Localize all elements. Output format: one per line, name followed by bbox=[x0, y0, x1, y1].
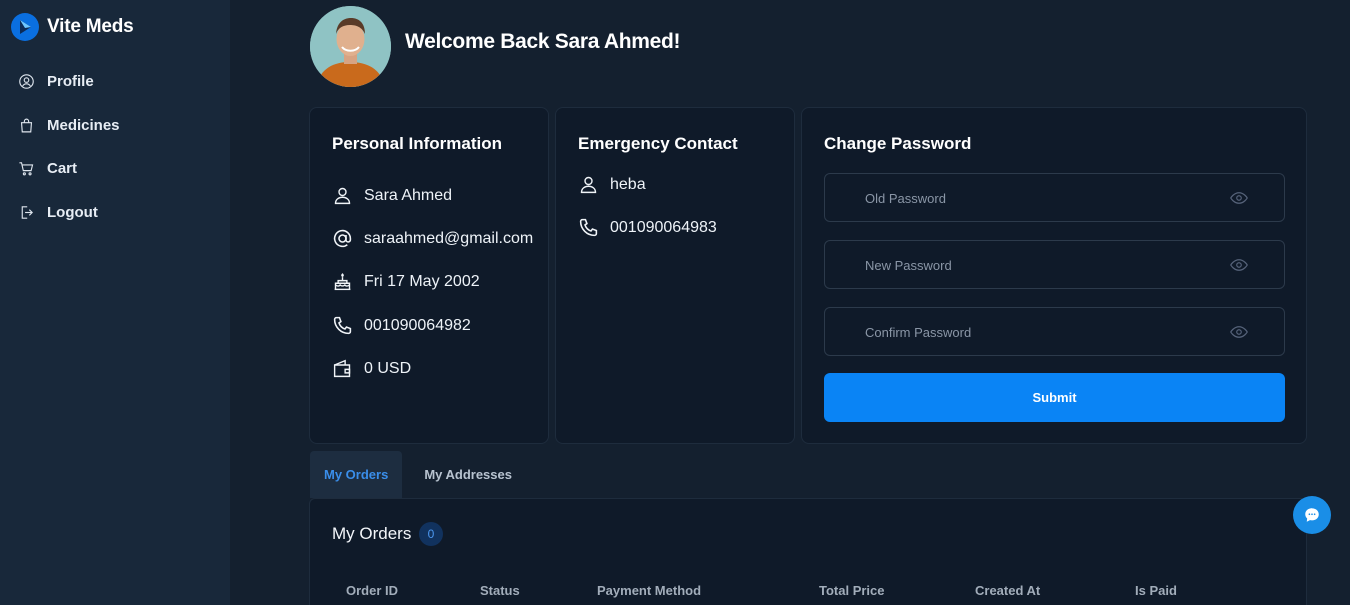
sidebar-item-cart[interactable]: Cart bbox=[18, 147, 120, 191]
chat-bubble-icon bbox=[1305, 508, 1319, 522]
personal-phone-row: 001090064982 bbox=[332, 315, 471, 336]
at-sign-icon bbox=[333, 229, 352, 248]
column-header-payment-method[interactable]: Payment Method bbox=[597, 583, 701, 598]
emergency-phone: 001090064983 bbox=[610, 218, 717, 236]
cart-icon bbox=[19, 162, 34, 176]
sidebar-item-medicines[interactable]: Medicines bbox=[18, 104, 120, 148]
personal-wallet-row: 0 USD bbox=[332, 358, 411, 379]
phone-icon bbox=[333, 316, 352, 335]
emergency-contact-card: Emergency Contact heba 001090064983 bbox=[555, 107, 795, 444]
emergency-name-row: heba bbox=[578, 174, 646, 195]
personal-wallet: 0 USD bbox=[364, 359, 412, 377]
sidebar-item-label: Logout bbox=[47, 203, 98, 221]
user-icon bbox=[580, 176, 597, 194]
column-header-total-price[interactable]: Total Price bbox=[819, 583, 885, 598]
personal-name: Sara Ahmed bbox=[364, 186, 453, 204]
eye-icon[interactable] bbox=[1230, 257, 1248, 273]
user-circle-icon bbox=[19, 74, 34, 90]
personal-email: saraahmed@gmail.com bbox=[364, 229, 534, 247]
tab-my-orders[interactable]: My Orders bbox=[310, 451, 403, 498]
new-password-placeholder: New Password bbox=[865, 258, 952, 273]
sidebar-nav: Profile Medicines Cart Logout bbox=[18, 60, 120, 234]
wallet-icon bbox=[333, 359, 351, 378]
brand[interactable]: Vite Meds bbox=[11, 13, 134, 41]
shopping-bag-icon bbox=[20, 118, 33, 133]
orders-panel: My Orders 0 Order ID Status Payment Meth… bbox=[309, 498, 1307, 605]
emergency-contact-title: Emergency Contact bbox=[578, 134, 738, 153]
confirm-password-placeholder: Confirm Password bbox=[865, 325, 972, 340]
birthday-cake-icon bbox=[334, 273, 351, 291]
sidebar-item-profile[interactable]: Profile bbox=[18, 60, 120, 104]
personal-info-card: Personal Information Sara Ahmed saraahme… bbox=[309, 107, 549, 444]
old-password-field[interactable]: Old Password bbox=[824, 173, 1285, 222]
user-icon bbox=[334, 187, 351, 205]
submit-button[interactable]: Submit bbox=[824, 373, 1285, 422]
sidebar-item-label: Medicines bbox=[47, 116, 120, 134]
eye-icon[interactable] bbox=[1230, 324, 1248, 340]
old-password-placeholder: Old Password bbox=[865, 191, 946, 206]
sidebar-item-label: Cart bbox=[47, 160, 78, 178]
emergency-name: heba bbox=[610, 175, 646, 193]
logout-icon bbox=[21, 206, 33, 219]
eye-icon[interactable] bbox=[1230, 190, 1248, 206]
orders-count-badge: 0 bbox=[419, 522, 443, 546]
avatar-photo bbox=[310, 6, 391, 87]
sidebar-item-logout[interactable]: Logout bbox=[18, 191, 120, 235]
personal-email-row: saraahmed@gmail.com bbox=[332, 228, 533, 249]
avatar bbox=[310, 6, 391, 87]
sidebar-item-label: Profile bbox=[47, 73, 94, 91]
personal-info-title: Personal Information bbox=[332, 134, 503, 153]
confirm-password-field[interactable]: Confirm Password bbox=[824, 307, 1285, 356]
personal-phone: 001090064982 bbox=[364, 316, 471, 334]
tab-my-addresses[interactable]: My Addresses bbox=[402, 451, 534, 498]
brand-name: Vite Meds bbox=[47, 16, 134, 37]
phone-icon bbox=[579, 218, 598, 237]
chat-button[interactable] bbox=[1293, 496, 1331, 534]
vite-meds-logo-icon bbox=[11, 13, 39, 41]
personal-birthday-row: Fri 17 May 2002 bbox=[332, 271, 480, 292]
change-password-title: Change Password bbox=[824, 134, 972, 153]
column-header-status[interactable]: Status bbox=[480, 583, 520, 598]
sidebar: Vite Meds Profile Medicines Cart Logout bbox=[0, 0, 230, 605]
new-password-field[interactable]: New Password bbox=[824, 240, 1285, 289]
column-header-is-paid[interactable]: Is Paid bbox=[1135, 583, 1177, 598]
personal-birthday: Fri 17 May 2002 bbox=[364, 272, 480, 290]
emergency-phone-row: 001090064983 bbox=[578, 217, 717, 238]
personal-name-row: Sara Ahmed bbox=[332, 185, 452, 206]
column-header-created-at[interactable]: Created At bbox=[975, 583, 1040, 598]
profile-tabs: My Orders My Addresses bbox=[310, 451, 534, 498]
change-password-card: Change Password Old Password New Passwor… bbox=[801, 107, 1307, 444]
column-header-order-id[interactable]: Order ID bbox=[346, 583, 398, 598]
welcome-heading: Welcome Back Sara Ahmed! bbox=[405, 30, 681, 53]
orders-title: My Orders bbox=[332, 524, 412, 543]
